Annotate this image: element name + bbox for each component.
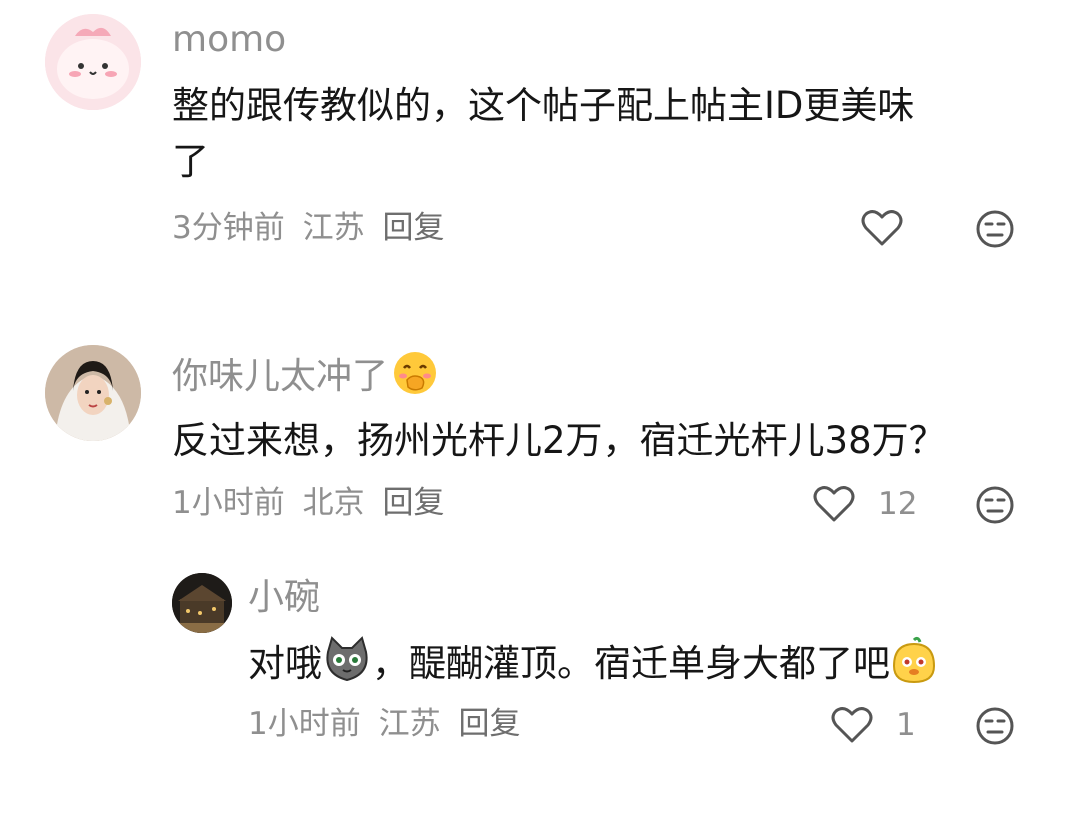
- reply-text-part: ，醍醐灌顶。宿迁单身大都了吧: [372, 642, 890, 685]
- reply-username[interactable]: 小碗: [248, 578, 320, 618]
- cat-face-sticker-icon: [322, 634, 372, 684]
- neutral-face-icon: [976, 486, 1014, 524]
- reply-time: 1小时前: [248, 706, 361, 742]
- avatar[interactable]: [45, 345, 141, 441]
- comment-username[interactable]: 你味儿太冲了: [172, 350, 438, 397]
- comment-username-text: 你味儿太冲了: [172, 356, 389, 397]
- reply-button[interactable]: 回复: [458, 706, 520, 742]
- comment-text-line: 整的跟传教似的，这个帖子配上帖主ID更美味: [172, 84, 915, 127]
- heart-outline-icon: [861, 210, 903, 246]
- neutral-face-icon: [976, 707, 1014, 745]
- dislike-button[interactable]: [975, 706, 1015, 746]
- heart-outline-icon: [831, 707, 873, 743]
- comment-text: 整的跟传教似的，这个帖子配上帖主ID更美味 了: [172, 78, 1032, 190]
- comment-location: 北京: [302, 485, 365, 521]
- reply-text-part: 对哦: [248, 642, 322, 685]
- neutral-face-icon: [976, 210, 1014, 248]
- reply-button[interactable]: 回复: [382, 485, 444, 521]
- like-button[interactable]: [860, 208, 926, 248]
- comment-text-line: 了: [172, 140, 209, 183]
- heart-outline-icon: [813, 486, 855, 522]
- covering-mouth-emoji-icon: [392, 350, 438, 396]
- comment-location: 江苏: [302, 210, 365, 246]
- dislike-button[interactable]: [975, 485, 1015, 525]
- reply-button[interactable]: 回复: [382, 210, 444, 246]
- avatar-image: [45, 345, 141, 441]
- like-button[interactable]: 1: [830, 705, 916, 745]
- reply-text: 对哦 ，醍醐灌顶。宿迁单身大都了吧: [248, 634, 1048, 692]
- avatar[interactable]: [172, 573, 232, 633]
- like-button[interactable]: 12: [812, 484, 917, 524]
- comment-text: 反过来想，扬州光杆儿2万，宿迁光杆儿38万？: [172, 419, 946, 462]
- avatar-image: [172, 573, 232, 633]
- comment-username[interactable]: momo: [172, 20, 286, 60]
- comment-time: 1小时前: [172, 485, 285, 521]
- like-count: 1: [896, 707, 916, 743]
- reply-location: 江苏: [378, 706, 441, 742]
- comment-meta: 1小时前 北京 回复: [172, 485, 452, 521]
- comment-time: 3分钟前: [172, 210, 285, 246]
- reply-meta: 1小时前 江苏 回复: [248, 706, 528, 742]
- comment-meta: 3分钟前 江苏 回复: [172, 210, 452, 246]
- dislike-button[interactable]: [975, 209, 1015, 249]
- avatar-image: [45, 14, 141, 110]
- avatar[interactable]: [45, 14, 141, 110]
- cute-mascot-sticker-icon: [890, 636, 938, 684]
- like-count: 12: [878, 486, 918, 522]
